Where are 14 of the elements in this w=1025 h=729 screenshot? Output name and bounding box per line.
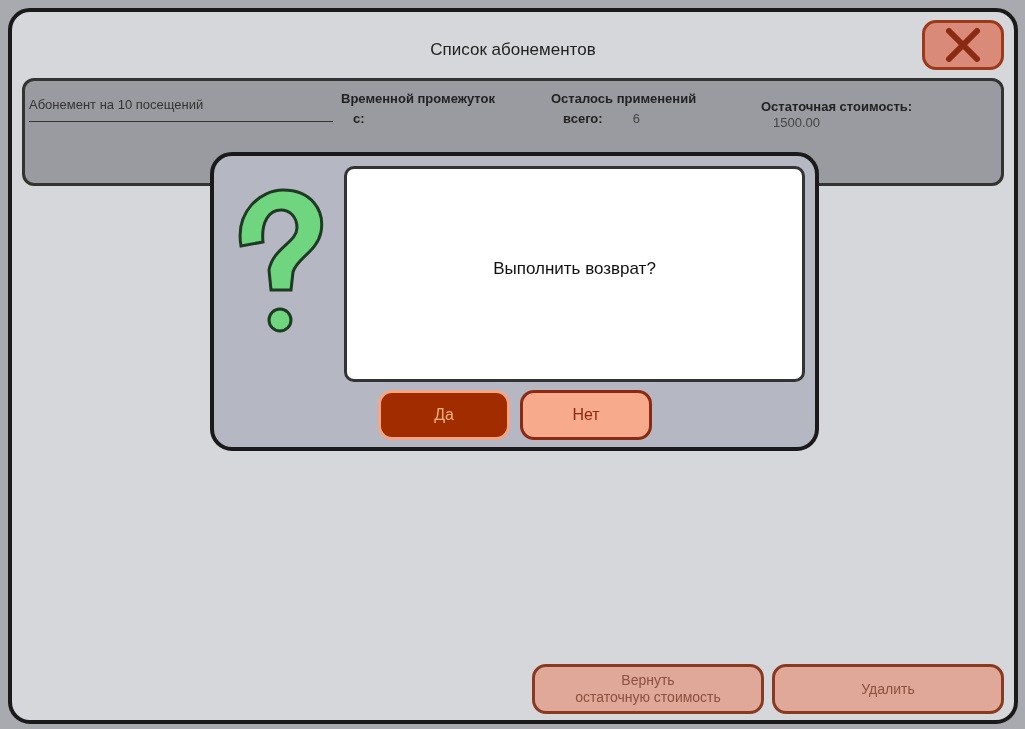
dialog-button[interactable]: Да (378, 390, 510, 440)
period-from-label: с: (353, 109, 366, 128)
close-button[interactable] (922, 20, 1004, 70)
close-icon (946, 28, 980, 62)
dialog-message: Выполнить возврат? (493, 258, 656, 281)
balance-label: Остаточная стоимость: (761, 98, 913, 116)
uses-total-value: 6 (632, 109, 640, 128)
uses-label: Осталось применений (551, 90, 698, 108)
subscription-name: Абонемент на 10 посещений (29, 95, 333, 122)
window-title: Список абонементов (430, 39, 596, 62)
balance-value: 1500.00 (773, 113, 821, 132)
period-label: Временной промежуток (341, 90, 496, 108)
uses-total-label: всего: (563, 109, 603, 128)
dialog-button[interactable]: Нет (520, 390, 652, 440)
